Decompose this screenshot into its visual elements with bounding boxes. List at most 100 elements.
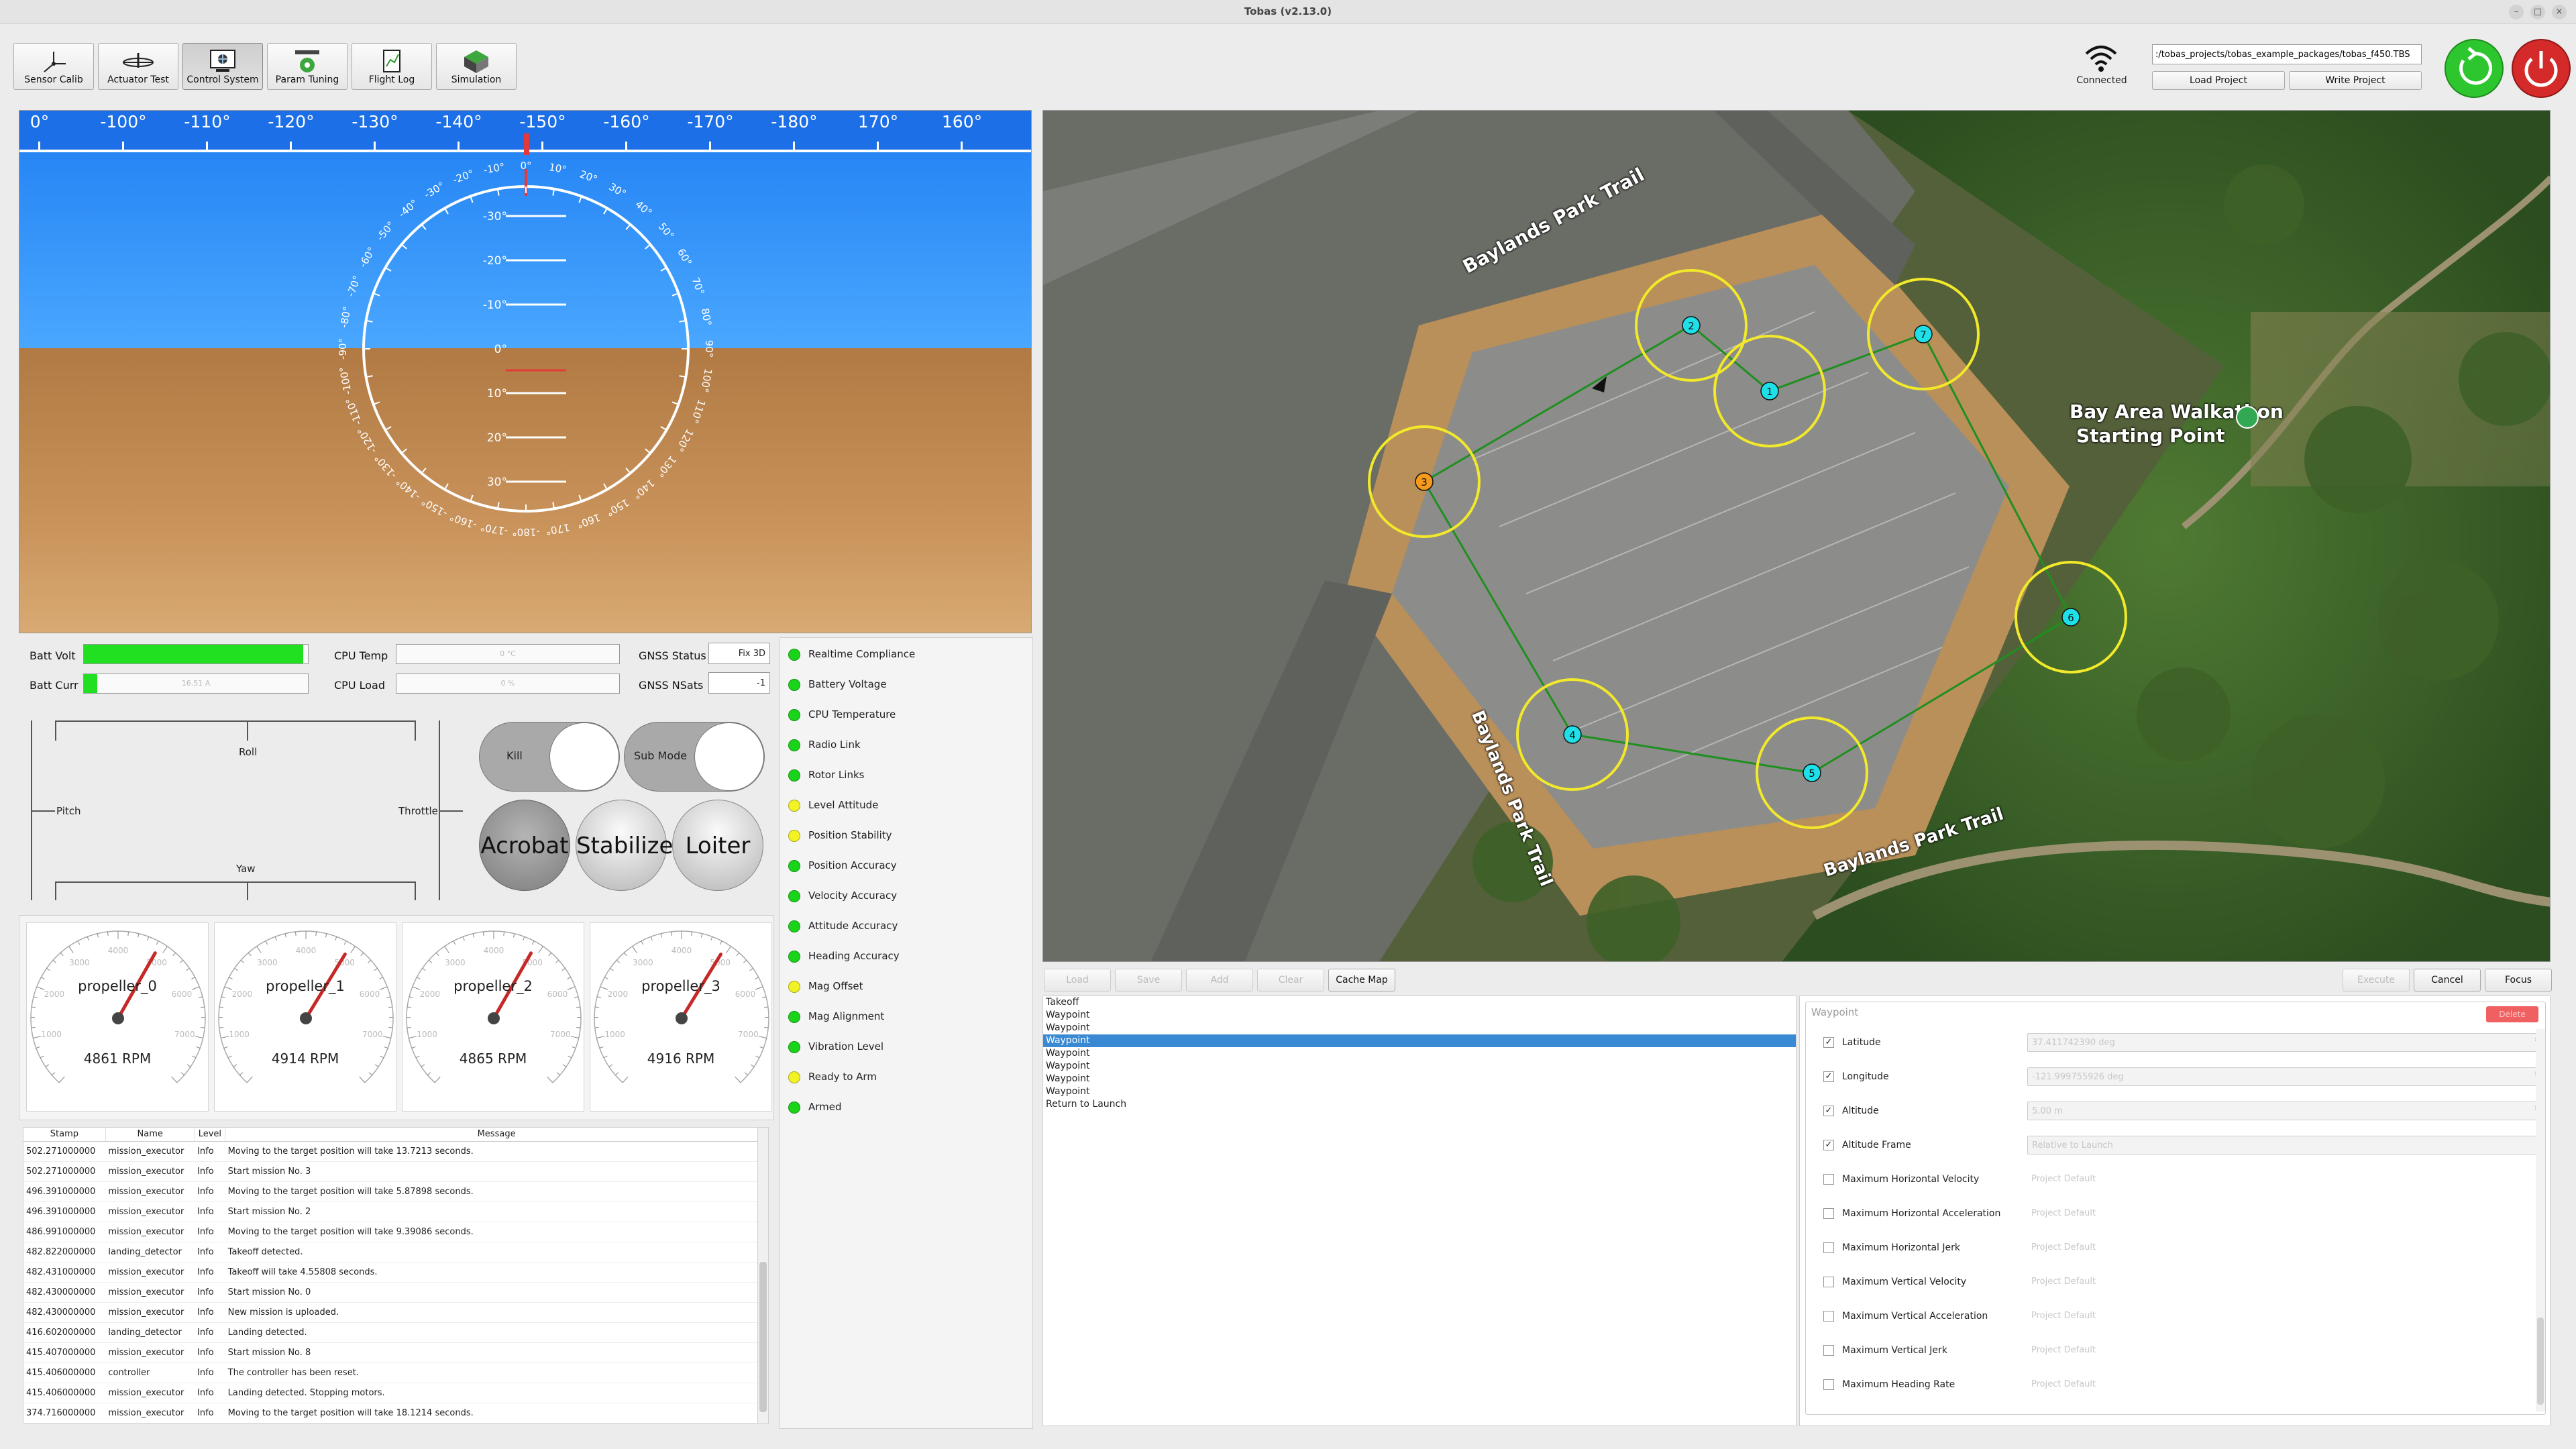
mission-focus-button[interactable]: Focus: [2485, 969, 2552, 991]
mission-item[interactable]: Waypoint: [1043, 1047, 1796, 1060]
param-spinbox[interactable]: 37.411742390 deg⇕: [2027, 1033, 2544, 1052]
param-checkbox[interactable]: [1823, 1174, 1834, 1185]
close-icon[interactable]: ×: [2552, 5, 2567, 19]
mission-add-button[interactable]: Add: [1186, 969, 1253, 991]
mission-cache-map-button[interactable]: Cache Map: [1328, 969, 1395, 991]
minimize-icon[interactable]: –: [2509, 5, 2524, 19]
log-row[interactable]: 415.407000000 mission_executor Info Start m…: [23, 1342, 768, 1363]
param-name: Maximum Horizontal Velocity: [1842, 1174, 1980, 1185]
mission-item[interactable]: Waypoint: [1043, 1022, 1796, 1034]
param-checkbox[interactable]: [1823, 1208, 1834, 1219]
gauge-tick: [482, 931, 484, 936]
param-spinbox[interactable]: -121.999755926 deg⇕: [2027, 1067, 2544, 1086]
gauge-tick: [284, 933, 287, 938]
param-checkbox[interactable]: [1823, 1277, 1834, 1287]
mission-item[interactable]: Waypoint: [1043, 1009, 1796, 1022]
log-column-header[interactable]: Message: [225, 1128, 768, 1142]
log-table[interactable]: Stamp Name Level Message 502.271000000 missio…: [23, 1127, 769, 1424]
maximize-icon[interactable]: □: [2530, 5, 2545, 19]
toolbar-button-actuator-test[interactable]: Actuator Test: [98, 43, 178, 90]
gauge-tick: [198, 996, 203, 998]
mission-item[interactable]: Waypoint: [1043, 1060, 1796, 1073]
mission-item[interactable]: Return to Launch: [1043, 1098, 1796, 1111]
log-cell: Start mission No. 3: [225, 1161, 768, 1182]
log-row[interactable]: 415.406000000 mission_executor Info Landing…: [23, 1383, 768, 1403]
toolbar-button-param-tuning[interactable]: Param Tuning: [267, 43, 347, 90]
log-column-header[interactable]: Name: [105, 1128, 195, 1142]
kill-switch[interactable]: Kill: [479, 722, 620, 792]
gauge-tick: [368, 959, 372, 963]
mission-item[interactable]: Takeoff: [1043, 996, 1796, 1009]
mode-loiter-button[interactable]: Loiter: [672, 800, 763, 891]
toolbar-button-flight-log[interactable]: Flight Log: [352, 43, 432, 90]
roll-tick-label: 130°: [654, 453, 679, 480]
log-row[interactable]: 502.271000000 mission_executor Info Moving …: [23, 1141, 768, 1162]
mission-execute-button[interactable]: Execute: [2343, 969, 2410, 991]
roll-tick-label: 140°: [631, 477, 657, 502]
log-row[interactable]: 416.602000000 landing_detector Info Landing…: [23, 1322, 768, 1343]
param-checkbox[interactable]: [1823, 1311, 1834, 1322]
roll-tick: [400, 448, 407, 454]
waypoint-scrollbar[interactable]: [2536, 1029, 2545, 1411]
gauge-tick: [761, 996, 767, 998]
param-checkbox[interactable]: [1823, 1242, 1834, 1253]
delete-waypoint-button[interactable]: Delete: [2486, 1006, 2538, 1022]
log-row[interactable]: 496.391000000 mission_executor Info Start m…: [23, 1201, 768, 1222]
gauge-scale-label: 1000: [41, 1030, 62, 1039]
load-project-button[interactable]: Load Project: [2152, 71, 2285, 90]
mission-save-button[interactable]: Save: [1115, 969, 1182, 991]
mode-acrobat-button[interactable]: Acrobat: [479, 800, 570, 891]
log-cell: 486.991000000: [23, 1222, 106, 1242]
mission-load-button[interactable]: Load: [1044, 969, 1111, 991]
log-row[interactable]: 482.822000000 landing_detector Info Takeoff…: [23, 1242, 768, 1263]
sub-mode-switch[interactable]: Sub Mode: [624, 722, 765, 792]
param-checkbox[interactable]: ✓: [1823, 1071, 1834, 1082]
mission-item[interactable]: Waypoint: [1043, 1073, 1796, 1085]
restart-button[interactable]: [2443, 38, 2505, 99]
gauge-tick: [407, 1006, 412, 1008]
mode-stabilize-button[interactable]: Stabilize: [576, 800, 673, 891]
param-checkbox[interactable]: ✓: [1823, 1140, 1834, 1150]
param-spinbox[interactable]: 5.00 m⇕: [2027, 1102, 2544, 1120]
project-path-input[interactable]: [2152, 44, 2422, 64]
log-row[interactable]: 502.271000000 mission_executor Info Start m…: [23, 1161, 768, 1182]
param-checkbox[interactable]: ✓: [1823, 1106, 1834, 1116]
log-row[interactable]: 482.430000000 mission_executor Info Start m…: [23, 1282, 768, 1303]
batt-curr-label: Batt Curr: [30, 679, 78, 692]
log-row[interactable]: 482.431000000 mission_executor Info Takeoff…: [23, 1262, 768, 1283]
title-bar: Tobas (v2.13.0) – □ ×: [0, 0, 2576, 24]
log-row[interactable]: 496.391000000 mission_executor Info Moving …: [23, 1181, 768, 1202]
mission-cancel-button[interactable]: Cancel: [2414, 969, 2481, 991]
log-scrollbar[interactable]: [757, 1128, 768, 1423]
gauge-tick: [384, 1046, 388, 1049]
log-row[interactable]: 486.991000000 mission_executor Info Moving …: [23, 1222, 768, 1242]
gauge-tick: [596, 1036, 605, 1039]
cpu-load-bar: 0 %: [396, 674, 620, 694]
gauge-value: 4916 RPM: [647, 1051, 715, 1067]
param-checkbox[interactable]: [1823, 1379, 1834, 1390]
log-row[interactable]: 482.430000000 mission_executor Info New mis…: [23, 1302, 768, 1323]
toolbar-button-sensor-calib[interactable]: Sensor Calib: [13, 43, 94, 90]
param-combo[interactable]: Relative to Launch▾: [2027, 1136, 2544, 1155]
power-off-button[interactable]: [2510, 38, 2572, 99]
log-cell: Info: [195, 1383, 225, 1403]
log-column-header[interactable]: Stamp: [23, 1128, 106, 1142]
write-project-button[interactable]: Write Project: [2289, 71, 2422, 90]
gauge-tick: [87, 936, 89, 941]
mission-list[interactable]: Takeoff Waypoint Waypoint Waypoint Waypoint W…: [1042, 996, 1796, 1426]
map-pin-icon[interactable]: [2236, 406, 2259, 429]
param-checkbox[interactable]: [1823, 1345, 1834, 1356]
log-row[interactable]: 415.406000000 controller Info The controlle…: [23, 1362, 768, 1383]
roll-tick-label: -70°: [345, 274, 364, 299]
log-cell: 482.431000000: [23, 1262, 106, 1283]
toolbar-button-control-system[interactable]: Control System: [182, 43, 263, 90]
mission-clear-button[interactable]: Clear: [1257, 969, 1324, 991]
toolbar-button-simulation[interactable]: Simulation: [436, 43, 517, 90]
param-checkbox[interactable]: ✓: [1823, 1037, 1834, 1048]
log-column-header[interactable]: Level: [195, 1128, 226, 1142]
mission-item[interactable]: Waypoint: [1043, 1085, 1796, 1098]
log-row[interactable]: 374.716000000 mission_executor Info Moving …: [23, 1403, 768, 1423]
waypoint-number: 2: [1688, 320, 1695, 332]
mission-map[interactable]: 1234567 Baylands Park Trail Baylands Park…: [1042, 110, 2551, 962]
mission-item[interactable]: Waypoint: [1043, 1034, 1796, 1047]
